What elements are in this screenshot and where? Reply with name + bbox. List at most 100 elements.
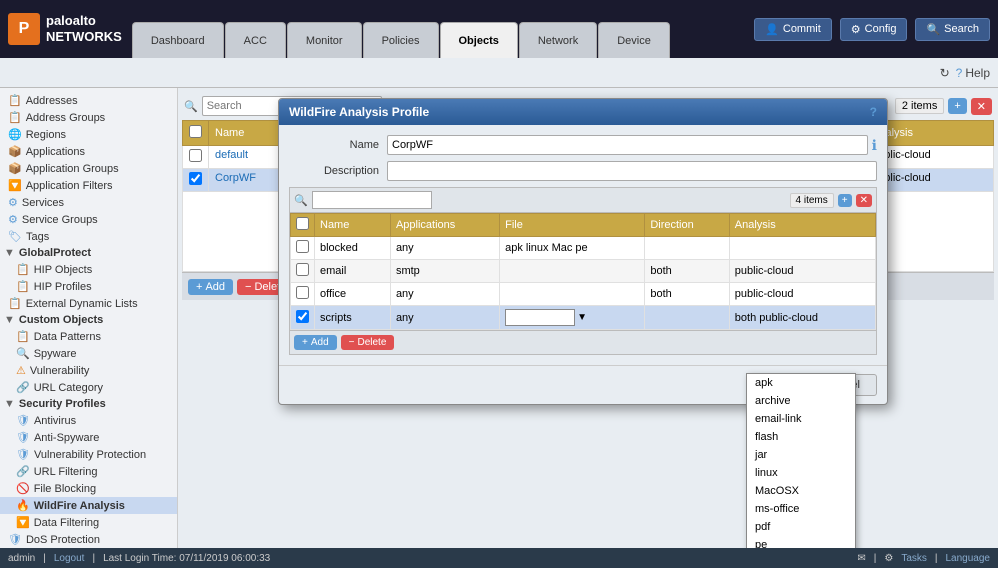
sidebar-item-regions[interactable]: 🌐 Regions <box>0 126 177 143</box>
sidebar-item-tags[interactable]: 🏷 Tags <box>0 228 177 245</box>
sidebar-group-globalprotect[interactable]: ▼ GlobalProtect <box>0 245 177 261</box>
inner-row-name-2: office <box>315 283 391 306</box>
sidebar-item-data-filtering[interactable]: 🔽 Data Filtering <box>0 514 177 531</box>
file-dropdown-arrow[interactable]: ▼ <box>577 312 587 323</box>
sidebar-label-anti-spyware: Anti-Spyware <box>34 432 99 444</box>
sidebar-item-services[interactable]: ⚙ Services <box>0 194 177 211</box>
inner-row-check-0[interactable] <box>296 240 309 253</box>
logout-link[interactable]: Logout <box>54 553 85 564</box>
help-button[interactable]: ? Help <box>956 66 990 80</box>
dropdown-item-email-link[interactable]: email-link <box>747 410 855 428</box>
sidebar-item-antivirus[interactable]: 🛡 Antivirus <box>0 412 177 429</box>
sidebar-item-dos-protection[interactable]: 🛡 DoS Protection <box>0 531 177 548</box>
inner-row-dir-1: both <box>645 260 729 283</box>
inner-table: Name Applications File Direction Analysi… <box>290 213 876 330</box>
inner-row-dir-2: both <box>645 283 729 306</box>
security-profiles-expand-icon: ▼ <box>4 398 15 410</box>
inner-row-check-2[interactable] <box>296 286 309 299</box>
tab-monitor[interactable]: Monitor <box>287 22 362 58</box>
dropdown-item-archive[interactable]: archive <box>747 392 855 410</box>
sidebar-label-file-blocking: File Blocking <box>34 483 96 495</box>
modal-help-icon[interactable]: ? <box>870 105 877 119</box>
sidebar-item-application-groups[interactable]: 📦 Application Groups <box>0 160 177 177</box>
sidebar-item-service-groups[interactable]: ⚙ Service Groups <box>0 211 177 228</box>
sidebar-item-url-category[interactable]: 🔗 URL Category <box>0 379 177 396</box>
dropdown-item-linux[interactable]: linux <box>747 464 855 482</box>
sidebar-item-spyware[interactable]: 🔍 Spyware <box>0 345 177 362</box>
status-separator: | <box>43 553 46 564</box>
logo-text: paloalto <box>46 13 122 29</box>
file-type-input[interactable] <box>505 309 575 326</box>
status-bar: admin | Logout | Last Login Time: 07/11/… <box>0 548 998 568</box>
tab-acc[interactable]: ACC <box>225 22 286 58</box>
dropdown-item-pe[interactable]: pe <box>747 536 855 548</box>
refresh-button[interactable]: ↻ <box>940 66 950 80</box>
sidebar-label-service-groups: Service Groups <box>22 214 98 226</box>
dropdown-item-flash[interactable]: flash <box>747 428 855 446</box>
sidebar-item-wildfire-analysis[interactable]: 🔥 WildFire Analysis <box>0 497 177 514</box>
tab-device[interactable]: Device <box>598 22 670 58</box>
inner-row-check-1[interactable] <box>296 263 309 276</box>
sidebar-item-anti-spyware[interactable]: 🛡 Anti-Spyware <box>0 429 177 446</box>
inner-row-file-3: ▼ <box>500 306 645 330</box>
sidebar-item-url-filtering[interactable]: 🔗 URL Filtering <box>0 463 177 480</box>
sidebar-item-vulnerability-protection[interactable]: 🛡 Vulnerability Protection <box>0 446 177 463</box>
tab-network[interactable]: Network <box>519 22 597 58</box>
language-label[interactable]: Language <box>946 553 991 564</box>
sidebar-item-hip-profiles[interactable]: 📋 HIP Profiles <box>0 278 177 295</box>
inner-row-scripts[interactable]: scripts any ▼ <box>291 306 876 330</box>
tasks-label[interactable]: Tasks <box>901 553 927 564</box>
status-separator4: | <box>935 553 938 564</box>
sidebar-item-external-dynamic[interactable]: 📋 External Dynamic Lists <box>0 295 177 312</box>
sidebar-label-vulnerability-protection: Vulnerability Protection <box>34 449 146 461</box>
tab-objects[interactable]: Objects <box>440 22 518 58</box>
tags-icon: 🏷 <box>8 230 22 243</box>
dropdown-item-jar[interactable]: jar <box>747 446 855 464</box>
applications-icon: 📦 <box>8 145 22 158</box>
sidebar-label-url-filtering: URL Filtering <box>34 466 98 478</box>
inner-row-blocked[interactable]: blocked any apk linux Mac pe <box>291 237 876 260</box>
sidebar-group-security-profiles[interactable]: ▼ Security Profiles <box>0 396 177 412</box>
sidebar-label-application-filters: Application Filters <box>26 180 113 192</box>
inner-delete-icon-btn[interactable]: ✕ <box>856 194 872 207</box>
inner-row-check-3[interactable] <box>296 310 309 323</box>
dropdown-item-apk[interactable]: apk <box>747 374 855 392</box>
sidebar-item-application-filters[interactable]: 🔽 Application Filters <box>0 177 177 194</box>
inner-row-email[interactable]: email smtp both public-cloud <box>291 260 876 283</box>
commit-button[interactable]: 👤 Commit <box>754 18 832 41</box>
inner-col-analysis: Analysis <box>729 214 875 237</box>
config-button[interactable]: ⚙ Config <box>840 18 908 41</box>
sidebar-item-file-blocking[interactable]: 🚫 File Blocking <box>0 480 177 497</box>
data-filtering-icon: 🔽 <box>16 516 30 529</box>
sidebar-label-globalprotect: GlobalProtect <box>19 247 91 259</box>
dropdown-item-macosx[interactable]: MacOSX <box>747 482 855 500</box>
tab-dashboard[interactable]: Dashboard <box>132 22 224 58</box>
sidebar-item-data-patterns[interactable]: 📋 Data Patterns <box>0 328 177 345</box>
name-input[interactable] <box>387 135 868 155</box>
dropdown-item-ms-office[interactable]: ms-office <box>747 500 855 518</box>
sidebar-group-custom-objects[interactable]: ▼ Custom Objects <box>0 312 177 328</box>
sidebar-label-hip-objects: HIP Objects <box>34 264 93 276</box>
inner-add-icon-btn[interactable]: + <box>838 194 852 207</box>
regions-icon: 🌐 <box>8 128 22 141</box>
modal-body: Name ℹ Description 🔍 4 items <box>279 125 887 365</box>
tab-policies[interactable]: Policies <box>363 22 439 58</box>
desc-input[interactable] <box>387 161 877 181</box>
sidebar-item-hip-objects[interactable]: 📋 HIP Objects <box>0 261 177 278</box>
sidebar-item-address-groups[interactable]: 📋 Address Groups <box>0 109 177 126</box>
inner-select-all[interactable] <box>296 217 309 230</box>
tasks-icon: ⚙ <box>884 553 893 564</box>
inner-delete-button[interactable]: − Delete <box>341 335 395 350</box>
application-filters-icon: 🔽 <box>8 179 22 192</box>
top-navigation: P paloalto NETWORKS Dashboard ACC Monito… <box>0 0 998 58</box>
dropdown-item-pdf[interactable]: pdf <box>747 518 855 536</box>
inner-search-input[interactable] <box>312 191 432 209</box>
sidebar-item-addresses[interactable]: 📋 Addresses <box>0 92 177 109</box>
inner-add-button[interactable]: + Add <box>294 335 337 350</box>
search-button[interactable]: 🔍 Search <box>915 18 990 41</box>
sidebar-item-vulnerability[interactable]: ⚠ Vulnerability <box>0 362 177 379</box>
inner-row-office[interactable]: office any both public-cloud <box>291 283 876 306</box>
sidebar-item-applications[interactable]: 📦 Applications <box>0 143 177 160</box>
sidebar-label-applications: Applications <box>26 146 85 158</box>
url-category-icon: 🔗 <box>16 381 30 394</box>
